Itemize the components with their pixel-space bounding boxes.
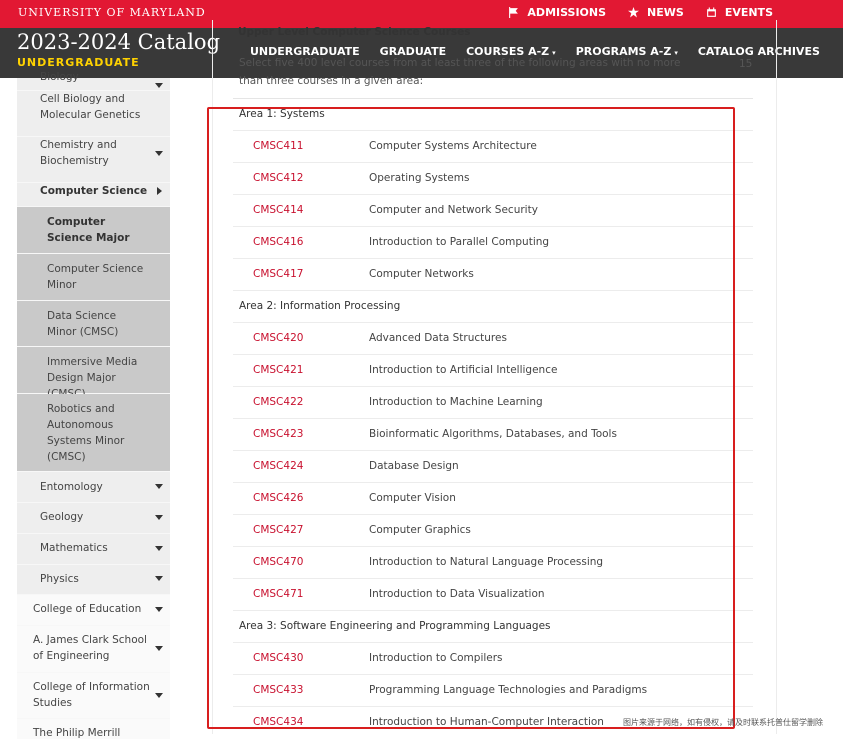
course-row: CMSC416 Introduction to Parallel Computin… — [233, 226, 753, 258]
sidebar-item-cell-biology[interactable]: Cell Biology and Molecular Genetics — [17, 91, 170, 137]
sidebar-item-computer-science[interactable]: Computer Science — [17, 183, 170, 207]
course-code-link[interactable]: CMSC424 — [253, 460, 303, 472]
events-link[interactable]: EVENTS — [706, 6, 773, 19]
section-heading: Upper Level Computer Science Courses — [238, 26, 471, 38]
course-code-link[interactable]: CMSC471 — [253, 588, 303, 600]
chevron-down-icon — [155, 515, 163, 520]
course-title: Computer Systems Architecture — [369, 140, 537, 152]
course-row: CMSC411 Computer Systems Architecture — [233, 130, 753, 162]
calendar-icon — [706, 7, 716, 17]
course-row: CMSC421 Introduction to Artificial Intell… — [233, 354, 753, 386]
area-title: Area 2: Information Processing — [239, 300, 401, 312]
course-title: Introduction to Parallel Computing — [369, 236, 550, 248]
credits-value: 15 — [739, 58, 753, 70]
course-row: CMSC427 Computer Graphics — [233, 514, 753, 546]
course-code-link[interactable]: CMSC427 — [253, 524, 303, 536]
sidebar-item-cs-major[interactable]: Computer Science Major — [17, 207, 170, 254]
course-row: CMSC423 Bioinformatic Algorithms, Databas… — [233, 418, 753, 450]
course-code-link[interactable]: CMSC422 — [253, 396, 303, 408]
main-content: Upper Level Computer Science Courses Sel… — [212, 20, 777, 734]
catalog-title[interactable]: 2023-2024 Catalog — [17, 30, 220, 54]
chevron-down-icon — [155, 576, 163, 581]
news-link[interactable]: NEWS — [628, 6, 684, 19]
course-code-link[interactable]: CMSC411 — [253, 140, 303, 152]
course-title: Introduction to Data Visualization — [369, 588, 545, 600]
course-title: Introduction to Artificial Intelligence — [369, 364, 558, 376]
course-row: CMSC426 Computer Vision — [233, 482, 753, 514]
course-title: Operating Systems — [369, 172, 470, 184]
sidebar-item-biology[interactable]: Biology — [17, 56, 170, 91]
top-links: ADMISSIONS NEWS EVENTS — [508, 6, 773, 19]
course-row: CMSC470 Introduction to Natural Language … — [233, 546, 753, 578]
events-label: EVENTS — [724, 6, 773, 19]
sidebar-item-chemistry[interactable]: Chemistry and Biochemistry — [17, 137, 170, 183]
divider — [233, 98, 753, 99]
course-row: CMSC430 Introduction to Compilers — [233, 642, 753, 674]
course-code-link[interactable]: CMSC434 — [253, 716, 303, 728]
watermark: 图片来源于网络，如有侵权，请及时联系托普仕留学删除 — [623, 718, 823, 727]
course-title: Introduction to Machine Learning — [369, 396, 543, 408]
course-code-link[interactable]: CMSC430 — [253, 652, 303, 664]
course-row: CMSC414 Computer and Network Security — [233, 194, 753, 226]
course-row: CMSC417 Computer Networks — [233, 258, 753, 290]
sidebar-item-entomology[interactable]: Entomology — [17, 472, 170, 503]
flag-icon — [509, 7, 519, 18]
course-title: Computer Vision — [369, 492, 456, 504]
course-row: CMSC420 Advanced Data Structures — [233, 322, 753, 354]
chevron-down-icon — [155, 546, 163, 551]
university-name[interactable]: UNIVERSITY OF MARYLAND — [18, 6, 206, 19]
course-code-link[interactable]: CMSC414 — [253, 204, 303, 216]
course-code-link[interactable]: CMSC417 — [253, 268, 303, 280]
sidebar-item-education[interactable]: College of Education — [17, 595, 170, 626]
chevron-down-icon — [155, 151, 163, 156]
course-title: Programming Language Technologies and Pa… — [369, 684, 648, 696]
sidebar-item-data-science-minor[interactable]: Data Science Minor (CMSC) — [17, 301, 170, 347]
course-row: CMSC433 Programming Language Technologies… — [233, 674, 753, 706]
sidebar-item-immersive-media[interactable]: Immersive Media Design Major (CMSC) — [17, 347, 170, 400]
sidebar: Biology Cell Biology and Molecular Genet… — [17, 71, 170, 739]
admissions-label: ADMISSIONS — [527, 6, 607, 19]
course-title: Computer Graphics — [369, 524, 471, 536]
course-row: CMSC424 Database Design — [233, 450, 753, 482]
requirement-intro: Select five 400 level courses from at le… — [239, 57, 681, 87]
course-row: CMSC422 Introduction to Machine Learning — [233, 386, 753, 418]
course-title: Bioinformatic Algorithms, Databases, and… — [369, 428, 617, 440]
course-title: Database Design — [369, 460, 459, 472]
area-title: Area 3: Software Engineering and Program… — [239, 620, 551, 632]
course-code-link[interactable]: CMSC423 — [253, 428, 303, 440]
sidebar-item-information-studies[interactable]: College of Information Studies — [17, 673, 170, 719]
course-title: Introduction to Natural Language Process… — [369, 556, 604, 568]
chevron-right-icon — [157, 187, 162, 195]
chevron-down-icon — [155, 484, 163, 489]
course-title: Computer Networks — [369, 268, 474, 280]
sidebar-item-merrill[interactable]: The Philip Merrill — [17, 719, 170, 739]
course-code-link[interactable]: CMSC433 — [253, 684, 303, 696]
course-row: CMSC471 Introduction to Data Visualizatio… — [233, 578, 753, 610]
chevron-down-icon — [155, 693, 163, 698]
course-code-link[interactable]: CMSC412 — [253, 172, 303, 184]
star-icon — [628, 7, 640, 18]
sidebar-item-physics[interactable]: Physics — [17, 565, 170, 595]
course-row: CMSC412 Operating Systems — [233, 162, 753, 194]
news-label: NEWS — [647, 6, 684, 19]
course-code-link[interactable]: CMSC416 — [253, 236, 303, 248]
sidebar-item-engineering[interactable]: A. James Clark School of Engineering — [17, 626, 170, 673]
sidebar-item-cs-minor[interactable]: Computer Science Minor — [17, 254, 170, 301]
chevron-down-icon — [155, 646, 163, 651]
course-title: Introduction to Human-Computer Interacti… — [369, 716, 604, 728]
course-code-link[interactable]: CMSC426 — [253, 492, 303, 504]
chevron-down-icon — [155, 83, 163, 88]
sidebar-item-mathematics[interactable]: Mathematics — [17, 534, 170, 565]
course-title: Advanced Data Structures — [369, 332, 507, 344]
course-code-link[interactable]: CMSC470 — [253, 556, 303, 568]
sidebar-item-geology[interactable]: Geology — [17, 503, 170, 534]
admissions-link[interactable]: ADMISSIONS — [508, 6, 606, 19]
course-code-link[interactable]: CMSC421 — [253, 364, 303, 376]
sidebar-item-robotics-minor[interactable]: Robotics and Autonomous Systems Minor (C… — [17, 394, 170, 472]
course-title: Introduction to Compilers — [369, 652, 503, 664]
course-title: Computer and Network Security — [369, 204, 538, 216]
course-code-link[interactable]: CMSC420 — [253, 332, 303, 344]
chevron-down-icon — [155, 607, 163, 612]
area-title: Area 1: Systems — [239, 108, 325, 120]
